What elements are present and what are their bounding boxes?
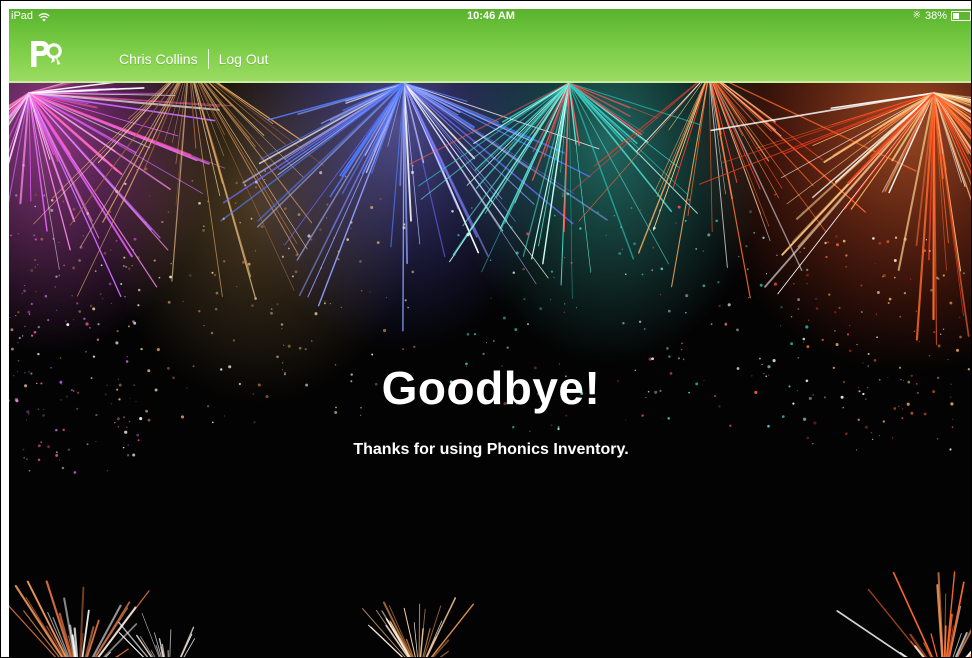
nav-divider <box>207 49 209 69</box>
screenshot-frame: iPad 10:46 AM ※ 38% Chris Collins Log Ou… <box>0 0 972 658</box>
bluetooth-icon: ※ <box>912 10 921 21</box>
thanks-text: Thanks for using Phonics Inventory. <box>353 441 629 458</box>
user-nav: Chris Collins Log Out <box>119 49 268 69</box>
phonics-inventory-logo[interactable] <box>29 39 63 69</box>
status-time: 10:46 AM <box>467 10 515 22</box>
battery-percent: 38% <box>924 10 947 22</box>
logout-link[interactable]: Log Out <box>219 51 269 67</box>
status-bar: iPad 10:46 AM ※ 38% <box>9 9 971 31</box>
goodbye-heading: Goodbye! <box>381 362 601 414</box>
app-header: iPad 10:46 AM ※ 38% Chris Collins Log Ou… <box>9 9 971 83</box>
goodbye-panel: Goodbye! Thanks for using Phonics Invent… <box>9 83 971 657</box>
ipad-screen: iPad 10:46 AM ※ 38% Chris Collins Log Ou… <box>9 9 971 657</box>
battery-level-fill <box>953 13 959 19</box>
goodbye-message: Goodbye! Thanks for using Phonics Invent… <box>9 362 971 459</box>
battery-icon <box>951 11 971 21</box>
user-name-link[interactable]: Chris Collins <box>119 51 198 67</box>
